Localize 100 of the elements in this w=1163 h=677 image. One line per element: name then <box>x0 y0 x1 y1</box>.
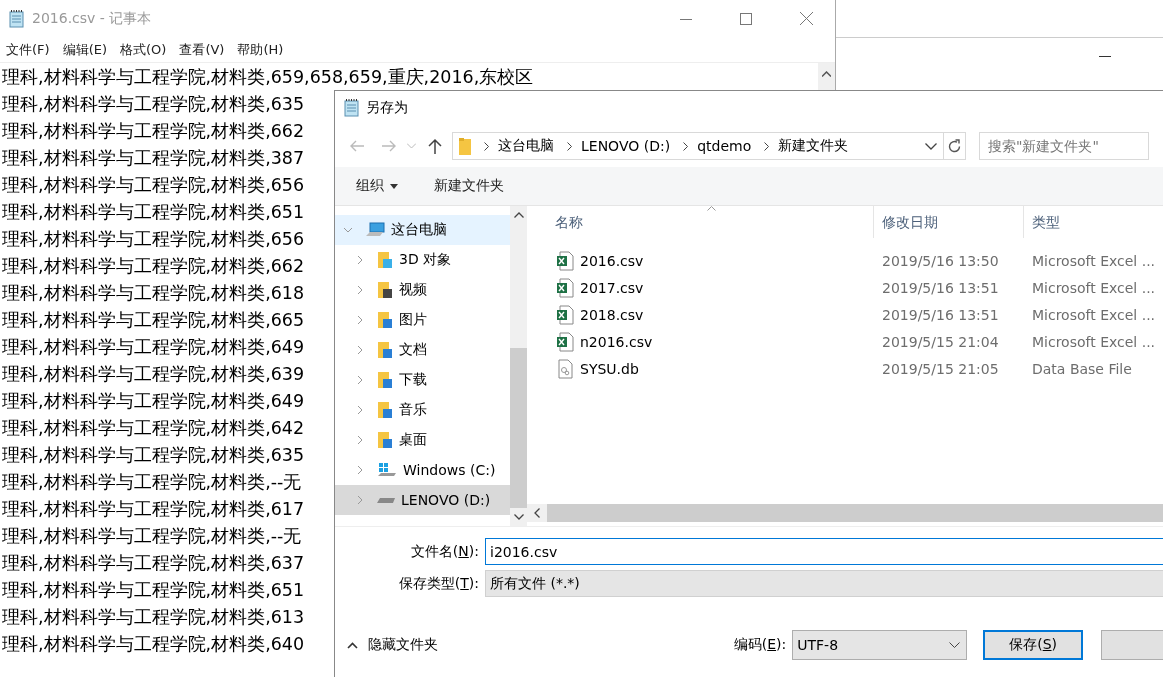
folder-icon <box>377 401 393 419</box>
column-header[interactable]: 修改日期 <box>873 206 1023 238</box>
nav-item[interactable]: 图片 <box>335 305 510 335</box>
search-field[interactable]: 搜索"新建文件夹" <box>979 132 1149 160</box>
menu-item[interactable]: 编辑(E) <box>62 40 107 59</box>
text-line: 理科,材料科学与工程学院,材料类,651 <box>1 579 305 602</box>
breadcrumb[interactable]: qtdemo <box>697 138 752 154</box>
menu-item[interactable]: 查看(V) <box>179 40 225 59</box>
caret-icon[interactable] <box>948 641 960 649</box>
settings-file-icon <box>556 358 574 379</box>
modified-date: 2019/5/16 13:51 <box>881 306 1000 323</box>
field-label: 文件名(N): <box>409 542 480 561</box>
nav-item[interactable]: 3D 对象 <box>335 245 510 275</box>
field-label: 编码(E): <box>732 636 788 654</box>
close-icon[interactable] <box>800 12 813 25</box>
folder-icon <box>377 251 393 269</box>
scroll-down-icon[interactable] <box>513 514 524 520</box>
organize-menu[interactable]: 组织 <box>356 177 398 195</box>
breadcrumb[interactable]: LENOVO (D:) <box>581 138 671 154</box>
chevron-right-icon[interactable] <box>567 141 572 151</box>
spreadsheet-file-icon <box>556 250 574 271</box>
modified-date: 2019/5/15 21:05 <box>881 360 1000 377</box>
sort-up-icon <box>707 206 716 211</box>
file-name[interactable]: SYSU.db <box>580 360 639 377</box>
file-type: Microsoft Excel ... <box>1031 333 1157 350</box>
text-line: 理科,材料科学与工程学院,材料类,387 <box>1 147 305 170</box>
nav-item[interactable]: 音乐 <box>335 395 510 425</box>
windows-drive-icon <box>377 462 397 478</box>
chevron-right-icon[interactable] <box>484 141 489 151</box>
modified-date: 2019/5/16 13:50 <box>881 252 1000 269</box>
caret-icon[interactable] <box>347 641 358 649</box>
file-name-field[interactable]: i2016.csv <box>485 538 1163 565</box>
chevron-right-icon[interactable] <box>683 141 689 151</box>
nav-item[interactable]: 文档 <box>335 335 510 365</box>
menu-item[interactable]: 帮助(H) <box>237 40 284 59</box>
menu-item[interactable]: 格式(O) <box>120 40 167 59</box>
column-header[interactable]: 类型 <box>1023 206 1163 238</box>
encoding-dropdown[interactable]: UTF-8 <box>792 630 967 660</box>
text-line: 理科,材料科学与工程学院,材料类,665 <box>1 309 305 332</box>
breadcrumb[interactable]: 新建文件夹 <box>778 137 849 155</box>
text-line: 理科,材料科学与工程学院,材料类,656 <box>1 174 305 197</box>
text-line: 理科,材料科学与工程学院,材料类,642 <box>1 417 305 440</box>
nav-item[interactable]: Windows (C:) <box>335 455 510 485</box>
hide-folders-toggle[interactable]: 隐藏文件夹 <box>347 636 700 654</box>
folder-icon <box>377 311 393 329</box>
modified-date: 2019/5/16 13:51 <box>881 279 1000 296</box>
modified-date: 2019/5/15 21:04 <box>881 333 1000 350</box>
text-line: 理科,材料科学与工程学院,材料类,649 <box>1 336 305 359</box>
refresh-button[interactable] <box>944 132 966 160</box>
file-type-dropdown[interactable]: 所有文件 (*.*) <box>485 570 1163 597</box>
folder-icon <box>377 431 393 449</box>
text-line: 理科,材料科学与工程学院,材料类,617 <box>1 498 305 521</box>
file-name[interactable]: 2016.csv <box>580 252 644 269</box>
text-line: 理科,材料科学与工程学院,材料类,635 <box>1 93 305 116</box>
scroll-up-icon[interactable] <box>513 212 524 218</box>
nav-item[interactable]: 视频 <box>335 275 510 305</box>
file-name[interactable]: 2017.csv <box>580 279 644 296</box>
column-header[interactable]: 名称 <box>527 206 873 238</box>
text-line: 理科,材料科学与工程学院,材料类,640 <box>1 633 305 656</box>
file-type: Data Base File <box>1031 360 1133 377</box>
file-type: Microsoft Excel ... <box>1031 252 1157 269</box>
chevron-down-icon[interactable] <box>343 225 353 235</box>
save-button[interactable]: 保存(S) <box>982 630 1084 660</box>
file-type: Microsoft Excel ... <box>1031 279 1157 296</box>
menu-item[interactable]: 文件(F) <box>6 40 50 59</box>
new-folder-button[interactable]: 新建文件夹 <box>434 177 504 195</box>
caret-icon[interactable] <box>390 183 398 189</box>
nav-item[interactable]: 下载 <box>335 365 510 395</box>
spreadsheet-file-icon <box>556 277 574 298</box>
file-name[interactable]: 2018.csv <box>580 306 644 323</box>
field-label: 保存类型(T): <box>397 574 480 593</box>
scroll-left-icon[interactable] <box>534 508 540 518</box>
text-line: 理科,材料科学与工程学院,材料类,662 <box>1 120 305 143</box>
folder-icon <box>459 137 471 155</box>
nav-item[interactable]: 桌面 <box>335 425 510 455</box>
folder-icon <box>377 371 393 389</box>
text-line: 理科,材料科学与工程学院,材料类,649 <box>1 390 305 413</box>
nav-item[interactable]: LENOVO (D:) <box>335 485 510 515</box>
nav-item[interactable]: 这台电脑 <box>335 215 510 245</box>
text-line: 理科,材料科学与工程学院,材料类,--无 <box>1 525 302 548</box>
chevron-right-icon[interactable] <box>764 141 770 151</box>
file-type: Microsoft Excel ... <box>1031 306 1157 323</box>
text-line: 理科,材料科学与工程学院,材料类,656 <box>1 228 305 251</box>
folder-icon <box>377 341 393 359</box>
scroll-up-icon[interactable] <box>822 71 831 77</box>
caret-icon[interactable] <box>925 142 937 150</box>
text-line: 理科,材料科学与工程学院,材料类,639 <box>1 363 305 386</box>
dialog-title: 另存为 <box>366 99 408 117</box>
drive-icon <box>377 497 395 503</box>
breadcrumb[interactable]: 这台电脑 <box>498 137 554 155</box>
spreadsheet-file-icon <box>556 304 574 325</box>
maximize-icon[interactable] <box>740 12 752 25</box>
minimize-icon[interactable] <box>1099 56 1111 58</box>
address-bar[interactable]: 这台电脑 LENOVO (D:) qtdemo 新建文件夹 <box>452 132 944 160</box>
window-title: 2016.csv - 记事本 <box>32 9 152 28</box>
scrollbar[interactable] <box>510 206 527 526</box>
scroll-thumb[interactable] <box>510 348 527 508</box>
text-line: 理科,材料科学与工程学院,材料类,651 <box>1 201 305 224</box>
file-name[interactable]: n2016.csv <box>580 333 653 350</box>
up-arrow-icon[interactable] <box>428 138 442 154</box>
